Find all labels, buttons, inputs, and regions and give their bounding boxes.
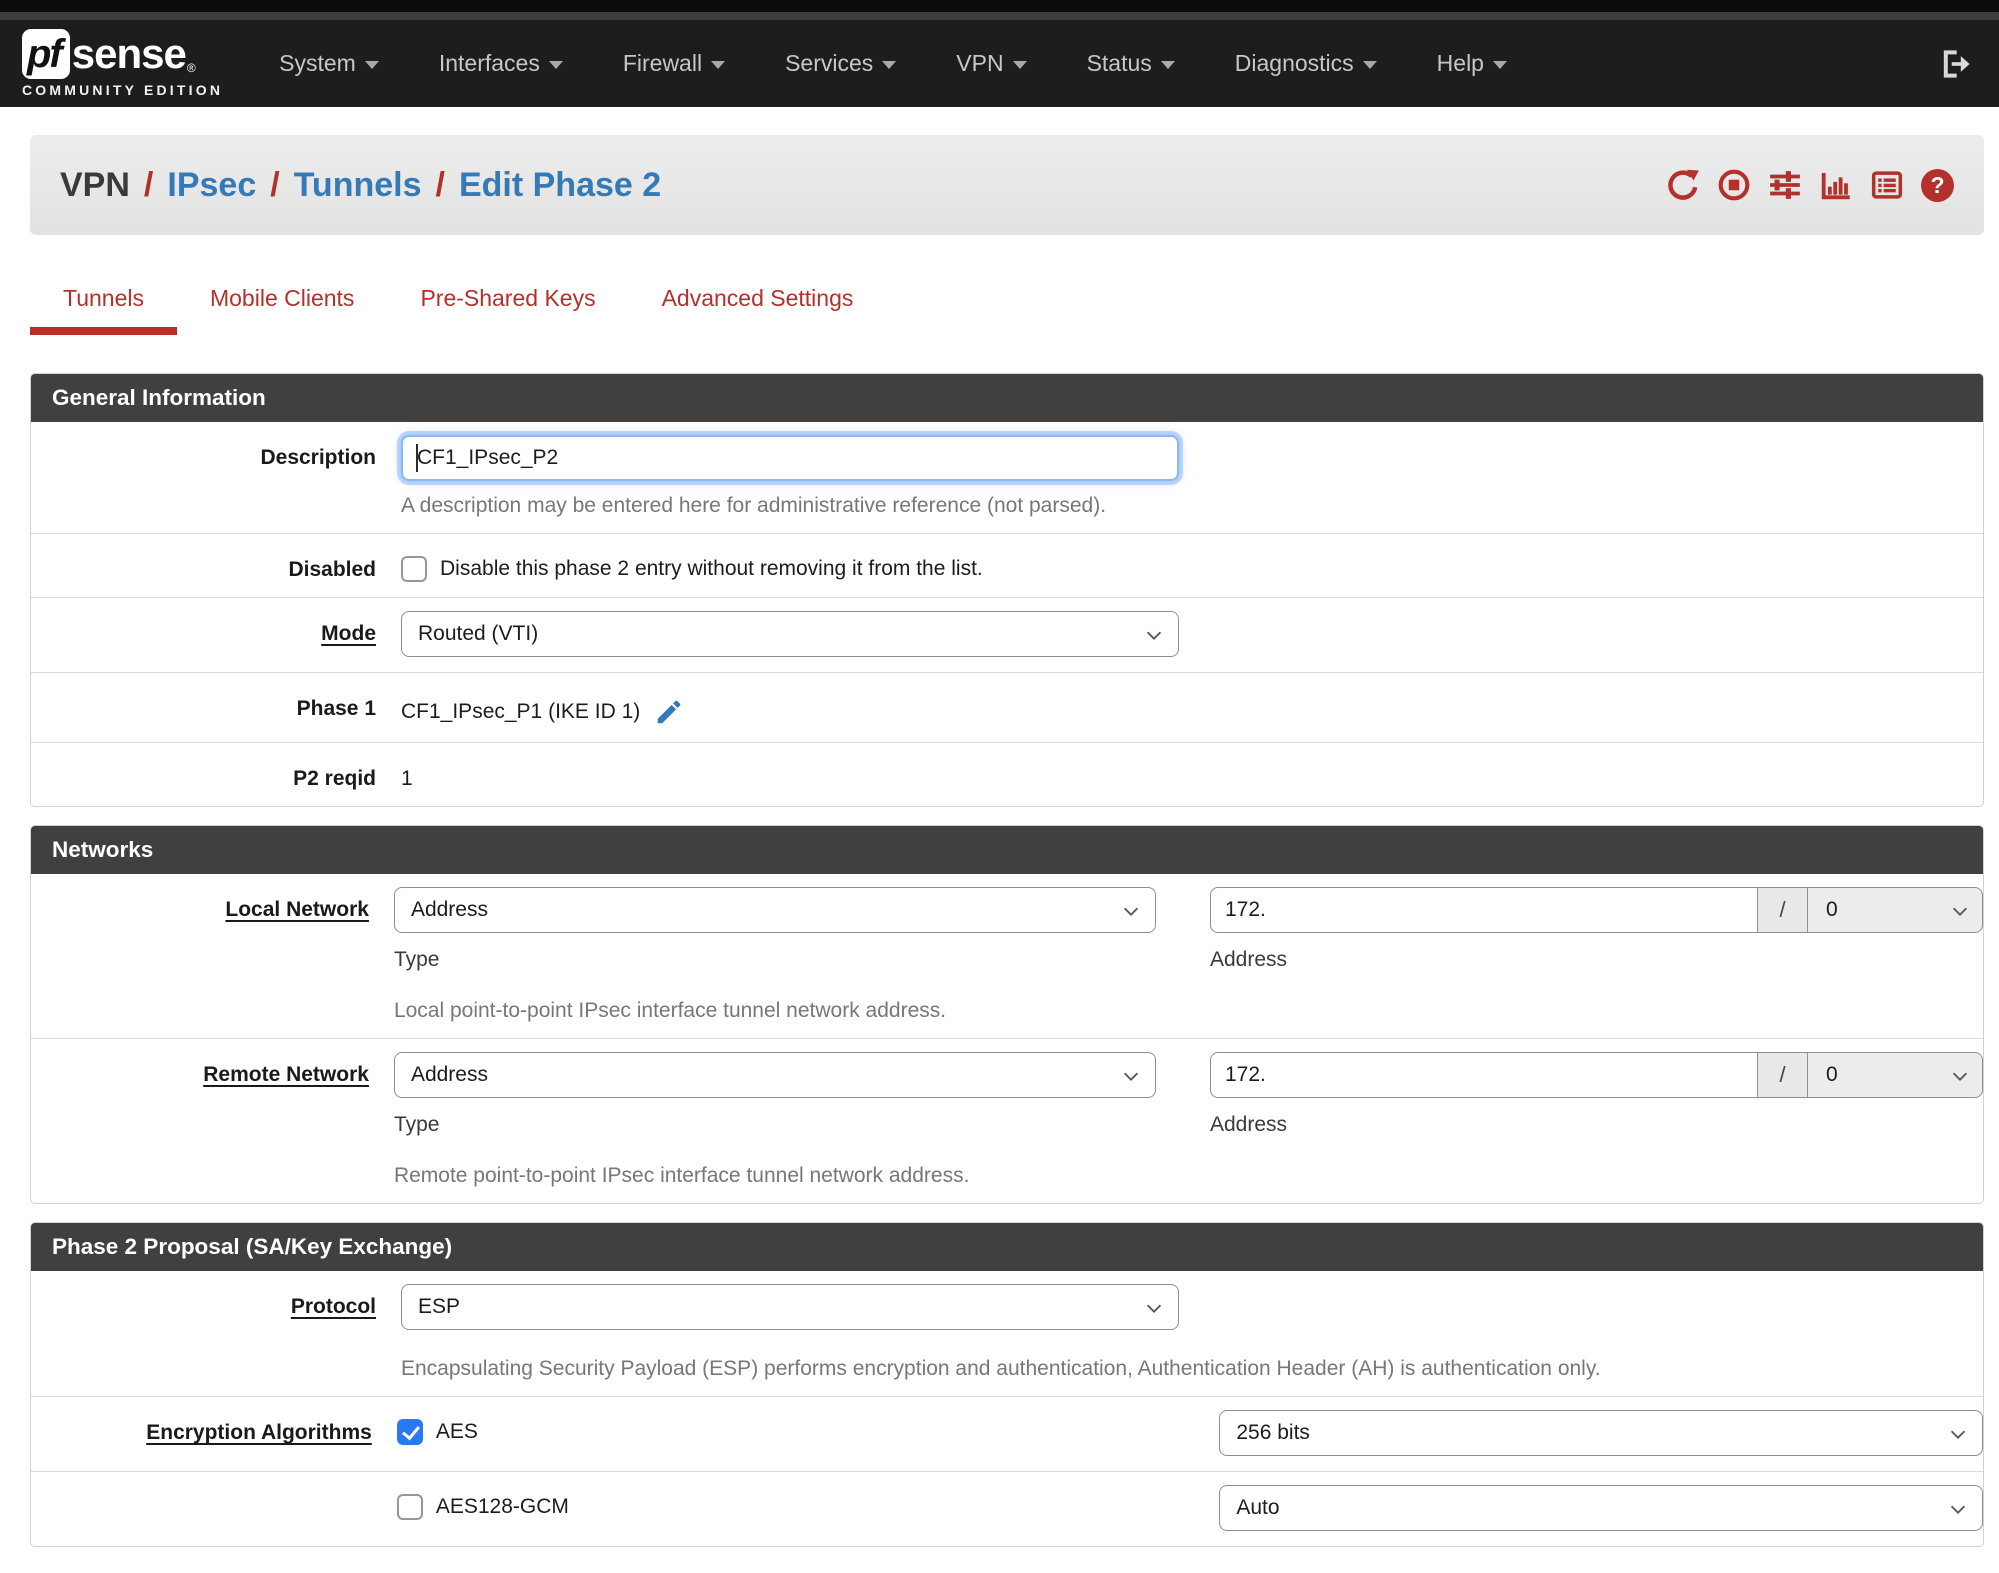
- remote-prefix-select[interactable]: 0: [1808, 1052, 1983, 1098]
- page-content: VPN / IPsec / Tunnels / Edit Phase 2 ? T…: [0, 107, 1999, 1547]
- chevron-down-icon: [1123, 1072, 1139, 1081]
- disabled-label: Disabled: [288, 558, 376, 581]
- local-address-caption: Address: [1210, 948, 1288, 971]
- chevron-down-icon: [364, 61, 379, 69]
- slash-addon: /: [1758, 1052, 1808, 1098]
- breadcrumb-action-icons: ?: [1666, 168, 1954, 202]
- log-list-icon[interactable]: [1870, 168, 1904, 202]
- remote-address-caption: Address: [1210, 1113, 1288, 1136]
- menu-item-status[interactable]: Status: [1087, 50, 1175, 77]
- menu-item-firewall[interactable]: Firewall: [623, 50, 726, 77]
- phase1-value: CF1_IPsec_P1 (IKE ID 1): [401, 700, 641, 723]
- breadcrumb-tunnels-link[interactable]: Tunnels: [294, 166, 422, 205]
- local-network-help: Local point-to-point IPsec interface tun…: [393, 999, 947, 1022]
- bar-chart-icon[interactable]: [1819, 168, 1853, 202]
- protocol-help: Encapsulating Security Payload (ESP) per…: [401, 1357, 1601, 1380]
- remote-network-help: Remote point-to-point IPsec interface tu…: [393, 1164, 970, 1187]
- remote-address-input[interactable]: [1210, 1052, 1758, 1098]
- breadcrumb: VPN / IPsec / Tunnels / Edit Phase 2 ?: [30, 135, 1984, 235]
- remote-type-caption: Type: [393, 1113, 440, 1136]
- encryption-algorithms-label: Encryption Algorithms: [146, 1421, 372, 1444]
- chevron-down-icon: [1952, 1072, 1968, 1081]
- text-caret: [416, 444, 418, 472]
- panel-title: General Information: [31, 374, 1983, 422]
- aes-label: AES: [435, 1420, 478, 1443]
- aes128-gcm-keylen-select[interactable]: Auto: [1219, 1485, 1983, 1531]
- top-navbar: pf sense ® COMMUNITY EDITION System Inte…: [0, 20, 1999, 107]
- window-top-strip: [0, 0, 1999, 12]
- tab-pre-shared-keys[interactable]: Pre-Shared Keys: [387, 285, 628, 335]
- menu-item-help[interactable]: Help: [1437, 50, 1507, 77]
- logout-icon[interactable]: [1939, 47, 1973, 81]
- aes-checkbox[interactable]: [396, 1419, 423, 1445]
- pfsense-logo[interactable]: pf sense ® COMMUNITY EDITION: [22, 29, 223, 98]
- logo-sense-text: sense: [71, 30, 187, 77]
- description-label: Description: [260, 446, 376, 469]
- chevron-down-icon: [1952, 907, 1968, 916]
- aes-keylen-select[interactable]: 256 bits: [1219, 1410, 1983, 1456]
- logo-registered-mark: ®: [186, 61, 196, 75]
- chevron-down-icon: [1950, 1505, 1966, 1514]
- tab-tunnels[interactable]: Tunnels: [30, 285, 177, 335]
- description-input[interactable]: [401, 435, 1179, 481]
- mode-select[interactable]: Routed (VTI): [401, 611, 1179, 657]
- panel-title: Networks: [31, 826, 1983, 874]
- breadcrumb-vpn: VPN: [60, 165, 130, 204]
- menu-item-vpn[interactable]: VPN: [956, 50, 1027, 77]
- logo-subtitle: COMMUNITY EDITION: [22, 82, 224, 98]
- remote-network-label: Remote Network: [203, 1063, 369, 1086]
- refresh-icon[interactable]: [1666, 168, 1700, 202]
- stop-icon[interactable]: [1717, 168, 1751, 202]
- main-menu: System Interfaces Firewall Services VPN …: [279, 50, 1507, 77]
- tab-mobile-clients[interactable]: Mobile Clients: [177, 285, 387, 335]
- p2reqid-value: 1: [401, 767, 413, 790]
- sliders-icon[interactable]: [1768, 168, 1802, 202]
- chevron-down-icon: [711, 61, 726, 69]
- panel-title: Phase 2 Proposal (SA/Key Exchange): [31, 1223, 1983, 1271]
- page-title: VPN / IPsec / Tunnels / Edit Phase 2: [60, 165, 662, 205]
- chevron-down-icon: [1492, 61, 1507, 69]
- chevron-down-icon: [548, 61, 563, 69]
- tab-bar: Tunnels Mobile Clients Pre-Shared Keys A…: [30, 285, 1984, 335]
- networks-panel: Networks Local Network Address Type Loca…: [30, 825, 1984, 1204]
- remote-network-type-select[interactable]: Address: [393, 1052, 1156, 1098]
- aes128-gcm-checkbox[interactable]: [396, 1494, 423, 1520]
- aes128-gcm-label: AES128-GCM: [435, 1495, 569, 1518]
- menu-item-diagnostics[interactable]: Diagnostics: [1235, 50, 1377, 77]
- protocol-select[interactable]: ESP: [401, 1284, 1179, 1330]
- local-address-input[interactable]: [1210, 887, 1758, 933]
- p2reqid-label: P2 reqid: [293, 767, 376, 790]
- chevron-down-icon: [1012, 61, 1027, 69]
- menu-item-interfaces[interactable]: Interfaces: [439, 50, 563, 77]
- description-help: A description may be entered here for ad…: [401, 494, 1107, 517]
- local-network-type-select[interactable]: Address: [393, 887, 1156, 933]
- chevron-down-icon: [1950, 1430, 1966, 1439]
- disabled-checkbox-label: Disable this phase 2 entry without remov…: [440, 557, 983, 580]
- help-icon[interactable]: ?: [1921, 168, 1954, 202]
- mode-label: Mode: [321, 622, 376, 645]
- chevron-down-icon: [1362, 61, 1377, 69]
- chevron-down-icon: [882, 61, 897, 69]
- chevron-down-icon: [1146, 631, 1162, 640]
- tab-advanced-settings[interactable]: Advanced Settings: [629, 285, 887, 335]
- local-network-label: Local Network: [225, 898, 369, 921]
- edit-pencil-icon[interactable]: [654, 697, 684, 727]
- disabled-checkbox[interactable]: [401, 556, 427, 582]
- local-prefix-select[interactable]: 0: [1808, 887, 1983, 933]
- chevron-down-icon: [1146, 1304, 1162, 1313]
- window-secondary-strip: [0, 12, 1999, 20]
- local-type-caption: Type: [393, 948, 440, 971]
- general-information-panel: General Information Description A descri…: [30, 373, 1984, 807]
- breadcrumb-edit-phase2-link[interactable]: Edit Phase 2: [459, 166, 661, 205]
- slash-addon: /: [1758, 887, 1808, 933]
- chevron-down-icon: [1160, 61, 1175, 69]
- menu-item-system[interactable]: System: [279, 50, 379, 77]
- logo-pf-mark: pf: [22, 29, 70, 79]
- phase2-proposal-panel: Phase 2 Proposal (SA/Key Exchange) Proto…: [30, 1222, 1984, 1547]
- chevron-down-icon: [1123, 907, 1139, 916]
- protocol-label: Protocol: [290, 1295, 376, 1318]
- menu-item-services[interactable]: Services: [785, 50, 897, 77]
- phase1-label: Phase 1: [296, 697, 376, 720]
- breadcrumb-ipsec-link[interactable]: IPsec: [167, 166, 256, 205]
